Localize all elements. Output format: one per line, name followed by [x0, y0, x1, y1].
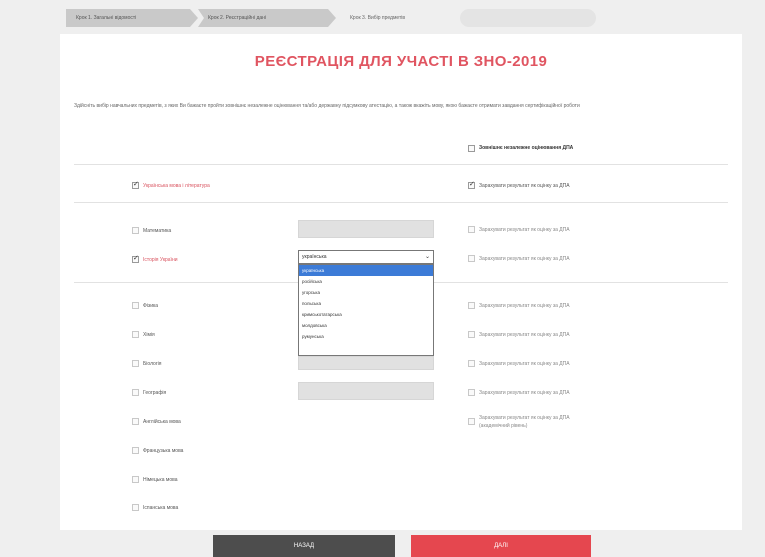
dropdown-option[interactable]: польська — [299, 298, 433, 309]
subject-physics-label: Фізика — [143, 303, 159, 309]
step-2[interactable]: Крок 2. Реєстраційні дані — [198, 9, 336, 27]
back-button[interactable]: НАЗАД — [213, 535, 395, 557]
dpa-header-checkbox[interactable] — [468, 145, 475, 152]
subject-math-checkbox[interactable] — [132, 227, 139, 234]
dropdown-option[interactable]: угорська — [299, 287, 433, 298]
step-4 — [460, 9, 596, 27]
intro-text: Здійсніть вибір навчальних предметів, з … — [74, 103, 580, 109]
dpa-physics-checkbox[interactable] — [468, 302, 475, 309]
subject-german-label: Німецька мова — [143, 477, 178, 483]
dpa-english-note: (академічний рівень) — [479, 423, 528, 429]
dpa-biology-checkbox[interactable] — [468, 360, 475, 367]
dpa-history-checkbox[interactable] — [468, 255, 475, 262]
subject-english-label: Англійська мова — [143, 419, 181, 425]
registration-card: РЕЄСТРАЦІЯ ДЛЯ УЧАСТІ В ЗНО-2019 Здійсні… — [60, 34, 742, 530]
step-3-label: Крок 3. Вибір предметів — [350, 15, 406, 21]
subject-math-label: Математика — [143, 228, 172, 234]
dpa-header-label: Зовнішнє незалежне оцінювання ДПА — [479, 145, 574, 151]
subject-chemistry-label: Хімія — [143, 332, 155, 338]
dpa-biology-label: Зарахувати результат як оцінку за ДПА — [479, 361, 570, 367]
subject-english-checkbox[interactable] — [132, 418, 139, 425]
page-title: РЕЄСТРАЦІЯ ДЛЯ УЧАСТІ В ЗНО-2019 — [254, 53, 548, 70]
dpa-english-checkbox[interactable] — [468, 418, 475, 425]
divider — [74, 164, 728, 165]
dpa-english-label: Зарахувати результат як оцінку за ДПА — [479, 415, 570, 421]
chevron-down-icon: ⌄ — [424, 254, 430, 260]
subject-ukrainian-checkbox[interactable] — [132, 180, 139, 189]
dropdown-option[interactable]: молдовська — [299, 320, 433, 331]
dpa-history-label: Зарахувати результат як оцінку за ДПА — [479, 256, 570, 262]
step-1[interactable]: Крок 1. Загальні відомості — [66, 9, 198, 27]
dropdown-option[interactable]: російська — [299, 276, 433, 287]
dpa-math-checkbox[interactable] — [468, 226, 475, 233]
divider — [74, 202, 728, 203]
subject-biology-label: Біологія — [143, 361, 162, 367]
language-dropdown-list: українська російська угорська польська к… — [298, 264, 434, 356]
dpa-ukrainian-checkbox[interactable] — [468, 180, 475, 189]
dpa-geography-checkbox[interactable] — [468, 389, 475, 396]
dropdown-option[interactable]: румунська — [299, 331, 433, 342]
subject-chemistry-checkbox[interactable] — [132, 331, 139, 338]
subject-physics-checkbox[interactable] — [132, 302, 139, 309]
step-2-label: Крок 2. Реєстраційні дані — [208, 15, 267, 21]
step-3: Крок 3. Вибір предметів — [340, 9, 450, 27]
step-1-label: Крок 1. Загальні відомості — [76, 15, 137, 21]
subject-spanish-label: Іспанська мова — [143, 505, 179, 511]
subject-ukrainian-label: Українська мова і література — [143, 183, 210, 189]
geography-language-box — [298, 382, 434, 400]
subject-french-checkbox[interactable] — [132, 447, 139, 454]
subject-french-label: Французька мова — [143, 448, 184, 454]
subject-spanish-checkbox[interactable] — [132, 504, 139, 511]
subject-geography-label: Географія — [143, 390, 167, 396]
dpa-physics-label: Зарахувати результат як оцінку за ДПА — [479, 303, 570, 309]
history-language-select[interactable]: українська ⌄ — [298, 250, 434, 264]
subject-history-label: Історія України — [143, 257, 178, 263]
biology-language-box — [298, 356, 434, 370]
dropdown-option[interactable]: кримськотатарська — [299, 309, 433, 320]
subject-history-checkbox[interactable] — [132, 254, 139, 263]
subject-biology-checkbox[interactable] — [132, 360, 139, 367]
dpa-chemistry-label: Зарахувати результат як оцінку за ДПА — [479, 332, 570, 338]
subject-german-checkbox[interactable] — [132, 476, 139, 483]
progress-stepper: Крок 1. Загальні відомості Крок 2. Реєст… — [0, 0, 765, 34]
dropdown-option[interactable]: українська — [299, 265, 433, 276]
math-language-box — [298, 220, 434, 238]
subject-geography-checkbox[interactable] — [132, 389, 139, 396]
dpa-chemistry-checkbox[interactable] — [468, 331, 475, 338]
dpa-geography-label: Зарахувати результат як оцінку за ДПА — [479, 390, 570, 396]
next-button[interactable]: ДАЛІ — [411, 535, 591, 557]
dpa-math-label: Зарахувати результат як оцінку за ДПА — [479, 227, 570, 233]
dpa-ukrainian-label: Зарахувати результат як оцінку за ДПА — [479, 183, 570, 189]
history-language-value: українська — [302, 254, 327, 260]
